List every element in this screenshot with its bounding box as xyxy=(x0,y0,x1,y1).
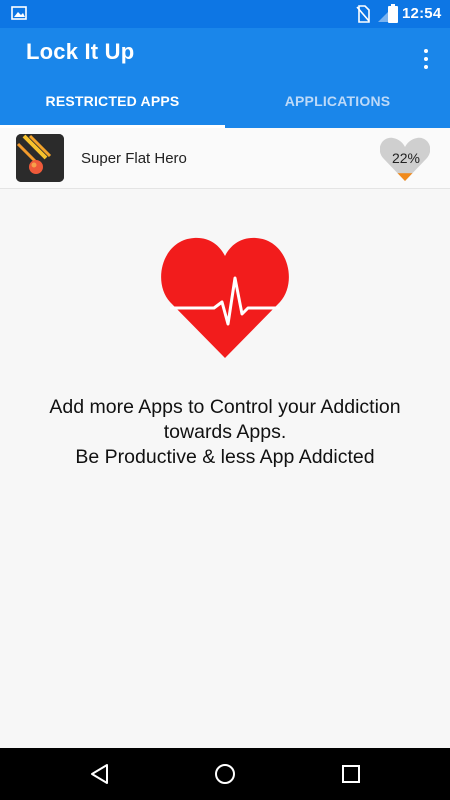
app-bar: Lock It Up RESTRICTED APPS APPLICATIONS xyxy=(0,28,450,128)
status-bar: 12:54 xyxy=(0,0,450,28)
message-line-2: towards Apps. xyxy=(163,421,287,443)
no-sim-icon xyxy=(356,5,370,23)
usage-fill xyxy=(380,173,430,181)
battery-icon xyxy=(388,4,398,23)
heartbeat-heart-icon xyxy=(161,237,289,358)
overflow-menu-icon[interactable] xyxy=(412,44,440,74)
empty-state-message: Add more Apps to Control your Addiction … xyxy=(10,395,440,470)
recents-icon[interactable] xyxy=(339,762,363,786)
message-line-3: Be Productive & less App Addicted xyxy=(75,446,375,468)
super-flat-hero-app-icon xyxy=(16,134,64,182)
app-title: Lock It Up xyxy=(26,39,135,64)
app-name: Super Flat Hero xyxy=(81,150,187,167)
home-icon[interactable] xyxy=(213,762,237,786)
tab-restricted-apps[interactable]: RESTRICTED APPS xyxy=(0,93,225,125)
tab-applications[interactable]: APPLICATIONS xyxy=(225,93,450,125)
usage-percent: 22% xyxy=(391,150,421,166)
message-line-1: Add more Apps to Control your Addiction xyxy=(49,396,401,418)
navigation-bar xyxy=(0,748,450,800)
status-time: 12:54 xyxy=(402,5,442,22)
image-notification-icon xyxy=(11,6,27,20)
back-icon[interactable] xyxy=(88,762,112,786)
